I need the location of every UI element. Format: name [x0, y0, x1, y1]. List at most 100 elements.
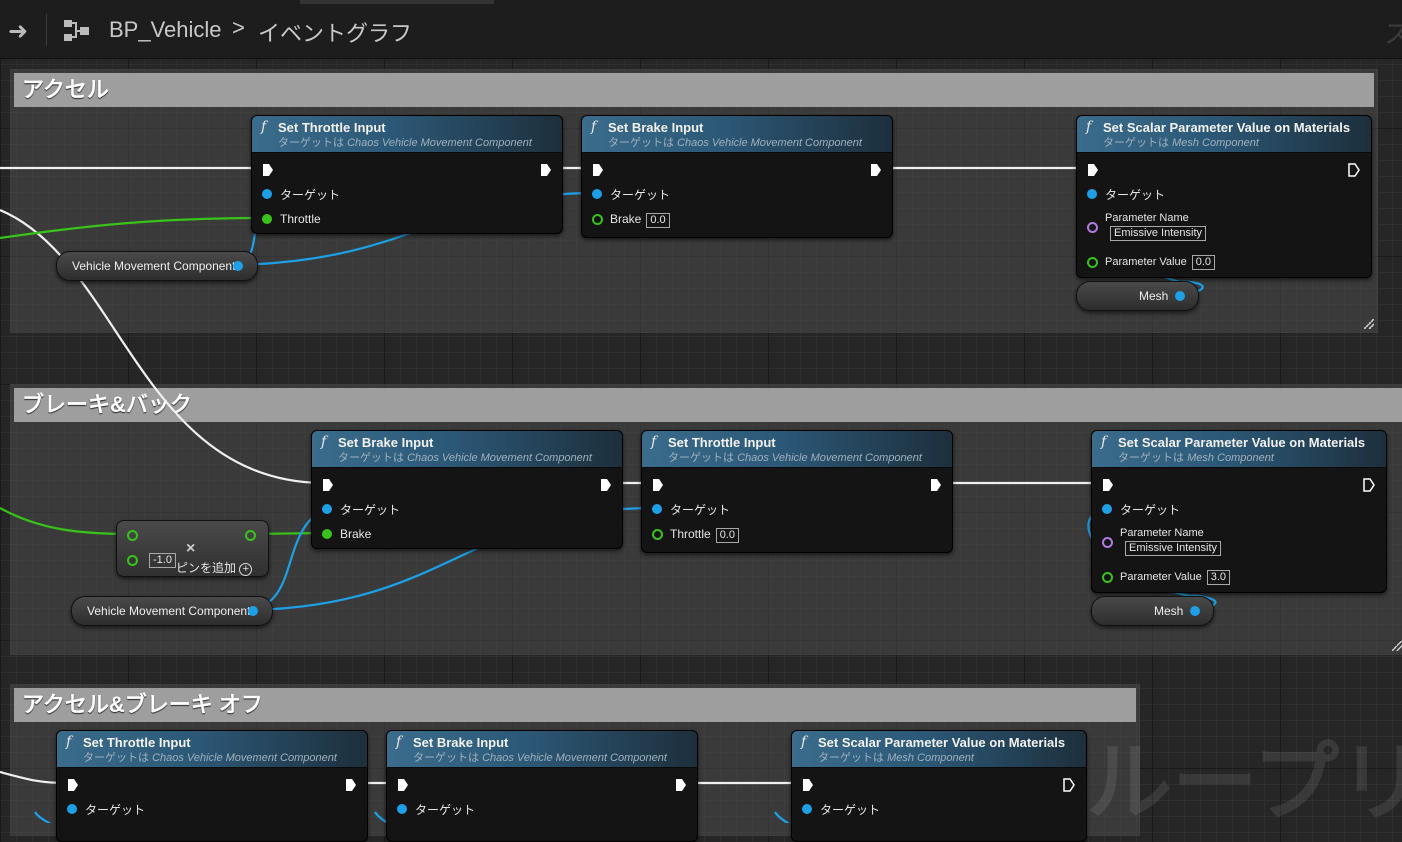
pin-label-throttle: Throttle [280, 212, 321, 226]
target-pin-icon[interactable] [67, 804, 77, 814]
target-pin-icon[interactable] [322, 504, 332, 514]
parameter-value-pin-icon[interactable] [1102, 572, 1113, 583]
exec-in-pin-icon[interactable] [1087, 163, 1099, 177]
exec-out-pin-icon[interactable] [600, 478, 612, 492]
node-set-scalar-parameter[interactable]: f Set Scalar Parameter Value on Material… [1076, 115, 1372, 278]
exec-out-pin-icon[interactable] [870, 163, 882, 177]
exec-out-pin-icon[interactable] [930, 478, 942, 492]
variable-label: Mesh [1154, 604, 1184, 618]
variable-label: Vehicle Movement Component [87, 604, 251, 618]
target-class: Chaos Vehicle Movement Component [482, 752, 667, 764]
node-header[interactable]: f Set Brake Input ターゲットは Chaos Vehicle M… [582, 116, 892, 153]
exec-in-pin-icon[interactable] [397, 778, 409, 792]
mesh-getter[interactable]: Mesh [1091, 596, 1214, 626]
target-class: Mesh Component [1172, 137, 1259, 149]
node-header[interactable]: f Set Throttle Input ターゲットは Chaos Vehicl… [642, 431, 952, 468]
node-set-scalar-parameter[interactable]: f Set Scalar Parameter Value on Material… [791, 730, 1087, 842]
parameter-name-input[interactable]: Emissive Intensity [1125, 541, 1222, 556]
node-set-throttle-input[interactable]: f Set Throttle Input ターゲットは Chaos Vehicl… [641, 430, 953, 553]
parameter-name-pin-icon[interactable] [1087, 222, 1098, 233]
node-header[interactable]: f Set Throttle Input ターゲットは Chaos Vehicl… [252, 116, 562, 153]
node-title: Set Scalar Parameter Value on Materials [818, 735, 1066, 750]
multiply-input-value[interactable]: -1.0 [149, 553, 176, 568]
mesh-getter[interactable]: Mesh [1076, 281, 1199, 311]
variable-out-pin-icon[interactable] [1190, 606, 1200, 616]
target-class: Chaos Vehicle Movement Component [737, 452, 922, 464]
target-pin-icon[interactable] [397, 804, 407, 814]
throttle-pin-icon[interactable] [652, 529, 663, 540]
float-wire [0, 507, 133, 536]
node-header[interactable]: f Set Brake Input ターゲットは Chaos Vehicle M… [387, 731, 697, 768]
vehicle-movement-component-getter[interactable]: Vehicle Movement Component [56, 251, 258, 281]
input-a-pin-icon[interactable] [127, 530, 138, 541]
parameter-value-input[interactable]: 0.0 [1191, 255, 1216, 270]
parameter-value-pin-icon[interactable] [1087, 257, 1098, 268]
multiply-node[interactable]: -1.0 × ピンを追加 + [116, 520, 269, 577]
exec-out-pin-icon[interactable] [1063, 778, 1075, 792]
target-pin-icon[interactable] [1102, 504, 1112, 514]
throttle-pin-icon[interactable] [262, 214, 272, 224]
pin-label-target: ターゲット [415, 803, 476, 817]
node-header[interactable]: f Set Throttle Input ターゲットは Chaos Vehicl… [57, 731, 367, 768]
node-set-brake-input[interactable]: f Set Brake Input ターゲットは Chaos Vehicle M… [581, 115, 893, 238]
target-pin-icon[interactable] [1087, 189, 1097, 199]
variable-out-pin-icon[interactable] [248, 606, 258, 616]
output-pin-icon[interactable] [245, 530, 256, 541]
target-is-prefix: ターゲットは [1118, 452, 1184, 464]
pin-label-brake: Brake [340, 527, 372, 541]
exec-in-pin-icon[interactable] [322, 478, 334, 492]
target-is-prefix: ターゲットは [608, 137, 674, 149]
target-class: Chaos Vehicle Movement Component [677, 137, 862, 149]
parameter-name-input[interactable]: Emissive Intensity [1110, 226, 1207, 241]
node-header[interactable]: f Set Scalar Parameter Value on Material… [792, 731, 1086, 768]
pin-label-target: ターゲット [280, 188, 341, 202]
node-set-brake-input[interactable]: f Set Brake Input ターゲットは Chaos Vehicle M… [386, 730, 698, 842]
parameter-name-pin-icon[interactable] [1102, 537, 1113, 548]
variable-out-pin-icon[interactable] [1175, 291, 1185, 301]
node-set-throttle-input[interactable]: f Set Throttle Input ターゲットは Chaos Vehicl… [56, 730, 368, 842]
brake-pin-icon[interactable] [592, 214, 603, 225]
parameter-value-input[interactable]: 3.0 [1206, 570, 1231, 585]
parameter-name-row: Emissive Intensity [1105, 225, 1207, 241]
vehicle-movement-component-getter[interactable]: Vehicle Movement Component [71, 596, 273, 626]
target-class: Mesh Component [1187, 452, 1274, 464]
exec-in-pin-icon[interactable] [262, 163, 274, 177]
add-pin-button[interactable]: ピンを追加 + [176, 559, 253, 576]
target-pin-icon[interactable] [802, 804, 812, 814]
exec-in-pin-icon[interactable] [802, 778, 814, 792]
node-set-brake-input[interactable]: f Set Brake Input ターゲットは Chaos Vehicle M… [311, 430, 623, 549]
multiply-input-row: -1.0 [145, 552, 176, 568]
target-pin-icon[interactable] [262, 189, 272, 199]
node-header[interactable]: f Set Scalar Parameter Value on Material… [1077, 116, 1371, 153]
function-icon: f [1101, 434, 1107, 450]
target-pin-icon[interactable] [592, 189, 602, 199]
brake-pin-icon[interactable] [322, 529, 332, 539]
target-is-prefix: ターゲットは [668, 452, 734, 464]
exec-out-pin-icon[interactable] [540, 163, 552, 177]
node-header[interactable]: f Set Scalar Parameter Value on Material… [1092, 431, 1386, 468]
exec-out-pin-icon[interactable] [1363, 478, 1375, 492]
target-pin-icon[interactable] [652, 504, 662, 514]
exec-in-pin-icon[interactable] [1102, 478, 1114, 492]
input-b-pin-icon[interactable] [127, 555, 138, 566]
node-set-throttle-input[interactable]: f Set Throttle Input ターゲットは Chaos Vehicl… [251, 115, 563, 234]
exec-out-pin-icon[interactable] [675, 778, 687, 792]
exec-in-pin-icon[interactable] [652, 478, 664, 492]
node-title: Set Throttle Input [668, 435, 776, 450]
exec-in-pin-icon[interactable] [592, 163, 604, 177]
node-header[interactable]: f Set Brake Input ターゲットは Chaos Vehicle M… [312, 431, 622, 468]
throttle-value-input[interactable]: 0.0 [715, 528, 739, 543]
multiply-icon: × [186, 540, 196, 557]
function-icon: f [321, 434, 327, 450]
exec-out-pin-icon[interactable] [1348, 163, 1360, 177]
node-title: Set Scalar Parameter Value on Materials [1103, 120, 1351, 135]
variable-out-pin-icon[interactable] [233, 261, 243, 271]
parameter-name-row: Emissive Intensity [1120, 540, 1222, 556]
pin-label-target: ターゲット [820, 803, 881, 817]
node-subtitle: ターゲットは Chaos Vehicle Movement Component [413, 751, 697, 765]
exec-in-pin-icon[interactable] [67, 778, 79, 792]
node-set-scalar-parameter[interactable]: f Set Scalar Parameter Value on Material… [1091, 430, 1387, 593]
node-subtitle: ターゲットは Chaos Vehicle Movement Component [338, 451, 622, 465]
brake-value-input[interactable]: 0.0 [646, 213, 670, 228]
exec-out-pin-icon[interactable] [345, 778, 357, 792]
